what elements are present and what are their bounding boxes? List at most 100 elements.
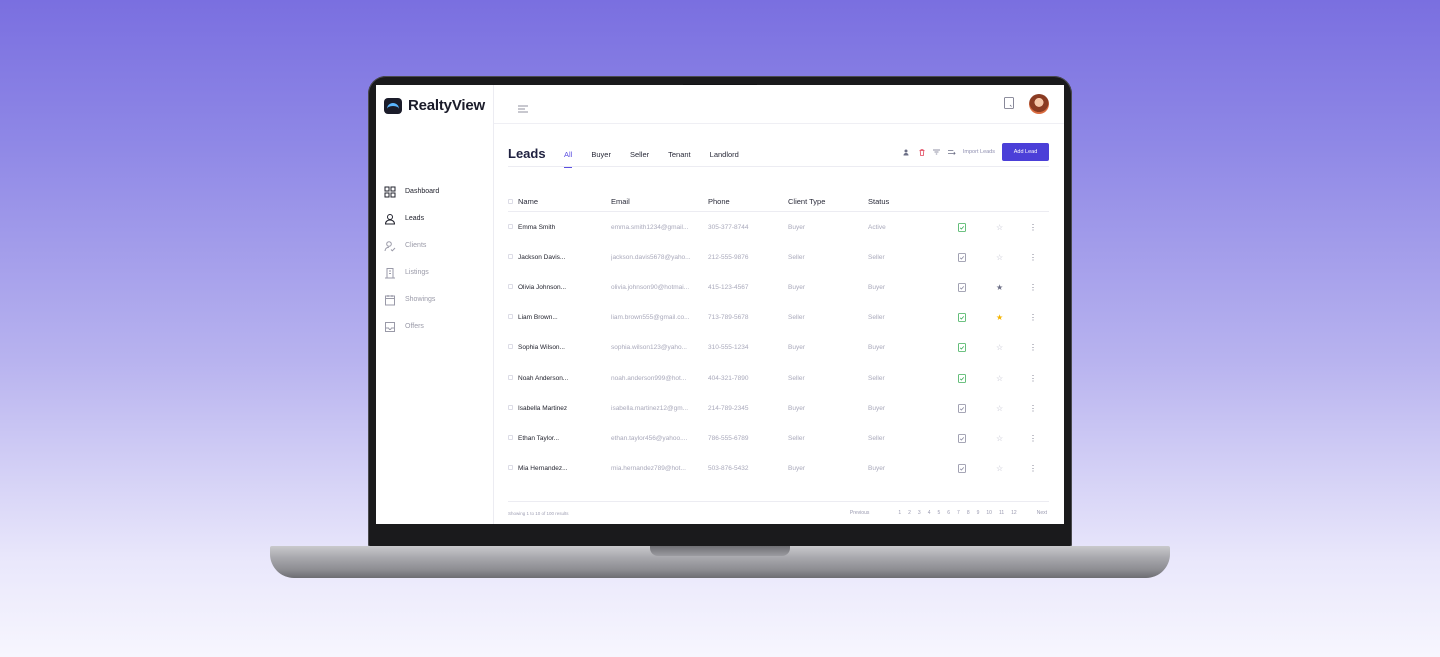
table-row[interactable]: Liam Brown... liam.brown555@gmail.co... 71… (508, 303, 1049, 333)
next-page-button[interactable]: Next (1037, 510, 1047, 516)
tab-landlord[interactable]: Landlord (710, 150, 739, 168)
assign-user-icon[interactable] (903, 148, 911, 156)
lead-name[interactable]: Mia Hernandez... (516, 465, 611, 472)
page-6[interactable]: 6 (947, 510, 950, 516)
import-leads-link[interactable]: Import Leads (963, 149, 995, 155)
page-7[interactable]: 7 (957, 510, 960, 516)
import-icon[interactable] (947, 148, 956, 156)
sidebar-item-showings[interactable]: Showings (384, 286, 439, 313)
tab-all[interactable]: All (564, 150, 573, 168)
more-options-icon[interactable]: ⋮ (1028, 223, 1038, 232)
lead-name[interactable]: Sophia Wilson... (516, 344, 611, 351)
table-row[interactable]: Ethan Taylor... ethan.taylor456@yahoo....… (508, 423, 1049, 453)
document-icon[interactable] (958, 252, 996, 262)
table-row[interactable]: Noah Anderson... noah.anderson999@hot... 4… (508, 363, 1049, 393)
previous-page-button[interactable]: Previous (850, 510, 869, 516)
page-9[interactable]: 9 (977, 510, 980, 516)
page-2[interactable]: 2 (908, 510, 911, 516)
row-checkbox[interactable] (508, 374, 516, 382)
document-icon[interactable] (958, 464, 996, 473)
logo[interactable]: RealtyView (384, 97, 485, 114)
sidebar-item-clients[interactable]: Clients (384, 232, 439, 259)
lead-name[interactable]: Noah Anderson... (516, 375, 611, 382)
row-checkbox[interactable] (508, 465, 516, 472)
sidebar-item-dashboard[interactable]: Dashboard (384, 178, 439, 205)
column-header-name[interactable]: Name (516, 197, 611, 206)
row-checkbox[interactable] (508, 434, 516, 442)
lead-client-type: Buyer (788, 223, 805, 231)
lead-name[interactable]: Emma Smith (516, 224, 611, 231)
table-row[interactable]: Sophia Wilson... sophia.wilson123@yaho...… (508, 333, 1049, 363)
row-checkbox[interactable] (508, 344, 516, 351)
select-all-checkbox[interactable] (508, 197, 516, 206)
table-row[interactable]: Isabella Martinez isabella.martinez12@gm.… (508, 393, 1049, 423)
table-row[interactable]: Jackson Davis... jackson.davis5678@yaho..… (508, 242, 1049, 272)
star-icon[interactable]: ☆ (996, 434, 1028, 443)
star-icon[interactable]: ☆ (996, 223, 1028, 232)
tab-seller[interactable]: Seller (630, 150, 649, 168)
star-icon[interactable]: ☆ (996, 374, 1028, 383)
tab-tenant[interactable]: Tenant (668, 150, 691, 168)
add-lead-button[interactable]: Add Lead (1002, 143, 1049, 161)
document-icon[interactable] (958, 222, 996, 232)
page-11[interactable]: 11 (999, 510, 1004, 516)
column-header-status[interactable]: Status (868, 197, 958, 206)
star-icon[interactable]: ★ (996, 313, 1028, 322)
notes-icon[interactable] (1004, 96, 1014, 114)
lead-status: Seller (868, 374, 885, 382)
page-1[interactable]: 1 (898, 510, 901, 516)
more-options-icon[interactable]: ⋮ (1028, 374, 1038, 383)
document-icon[interactable] (958, 343, 996, 353)
filter-icon[interactable] (933, 148, 941, 156)
lead-status: Seller (868, 314, 885, 322)
more-options-icon[interactable]: ⋮ (1028, 253, 1038, 262)
lead-name[interactable]: Liam Brown... (516, 314, 611, 321)
lead-email: isabella.martinez12@gm... (611, 404, 689, 412)
lead-name[interactable]: Ethan Taylor... (516, 435, 611, 442)
document-icon[interactable] (958, 373, 996, 383)
document-icon[interactable] (958, 434, 996, 443)
avatar[interactable] (1029, 94, 1049, 114)
table-row[interactable]: Olivia Johnson... olivia.johnson90@hotmai… (508, 272, 1049, 302)
sidebar-item-leads[interactable]: Leads (384, 205, 439, 232)
column-header-email[interactable]: Email (611, 197, 708, 206)
page-12[interactable]: 12 (1011, 510, 1017, 516)
lead-name[interactable]: Isabella Martinez (516, 405, 611, 412)
more-options-icon[interactable]: ⋮ (1028, 343, 1038, 352)
lead-name[interactable]: Olivia Johnson... (516, 284, 611, 291)
row-checkbox[interactable] (508, 283, 516, 291)
document-icon[interactable] (958, 313, 996, 323)
more-options-icon[interactable]: ⋮ (1028, 404, 1038, 413)
page-10[interactable]: 10 (986, 510, 992, 516)
more-options-icon[interactable]: ⋮ (1028, 434, 1038, 443)
page-4[interactable]: 4 (928, 510, 931, 516)
star-icon[interactable]: ☆ (996, 343, 1028, 352)
more-options-icon[interactable]: ⋮ (1028, 283, 1038, 292)
menu-icon[interactable] (518, 100, 528, 118)
page-3[interactable]: 3 (918, 510, 921, 516)
document-icon[interactable] (958, 403, 996, 413)
page-8[interactable]: 8 (967, 510, 970, 516)
lead-name[interactable]: Jackson Davis... (516, 254, 611, 261)
table-row[interactable]: Mia Hernandez... mia.hernandez789@hot... 5… (508, 454, 1049, 484)
lead-client-type: Seller (788, 314, 805, 322)
star-icon[interactable]: ☆ (996, 404, 1028, 413)
trash-icon[interactable] (918, 148, 926, 156)
sidebar-item-offers[interactable]: Offers (384, 313, 439, 340)
row-checkbox[interactable] (508, 223, 516, 231)
star-icon[interactable]: ☆ (996, 464, 1028, 473)
star-icon[interactable]: ☆ (996, 253, 1028, 262)
more-options-icon[interactable]: ⋮ (1028, 464, 1038, 473)
more-options-icon[interactable]: ⋮ (1028, 313, 1038, 322)
sidebar-item-listings[interactable]: Listings (384, 259, 439, 286)
document-icon[interactable] (958, 283, 996, 292)
star-icon[interactable]: ★ (996, 283, 1028, 292)
row-checkbox[interactable] (508, 253, 516, 261)
row-checkbox[interactable] (508, 404, 516, 412)
table-row[interactable]: Emma Smith emma.smith1234@gmail... 305-377… (508, 212, 1049, 242)
row-checkbox[interactable] (508, 314, 516, 321)
tab-buyer[interactable]: Buyer (591, 150, 611, 168)
column-header-client-type[interactable]: Client Type (788, 197, 868, 206)
page-5[interactable]: 5 (937, 510, 940, 516)
column-header-phone[interactable]: Phone (708, 197, 788, 206)
